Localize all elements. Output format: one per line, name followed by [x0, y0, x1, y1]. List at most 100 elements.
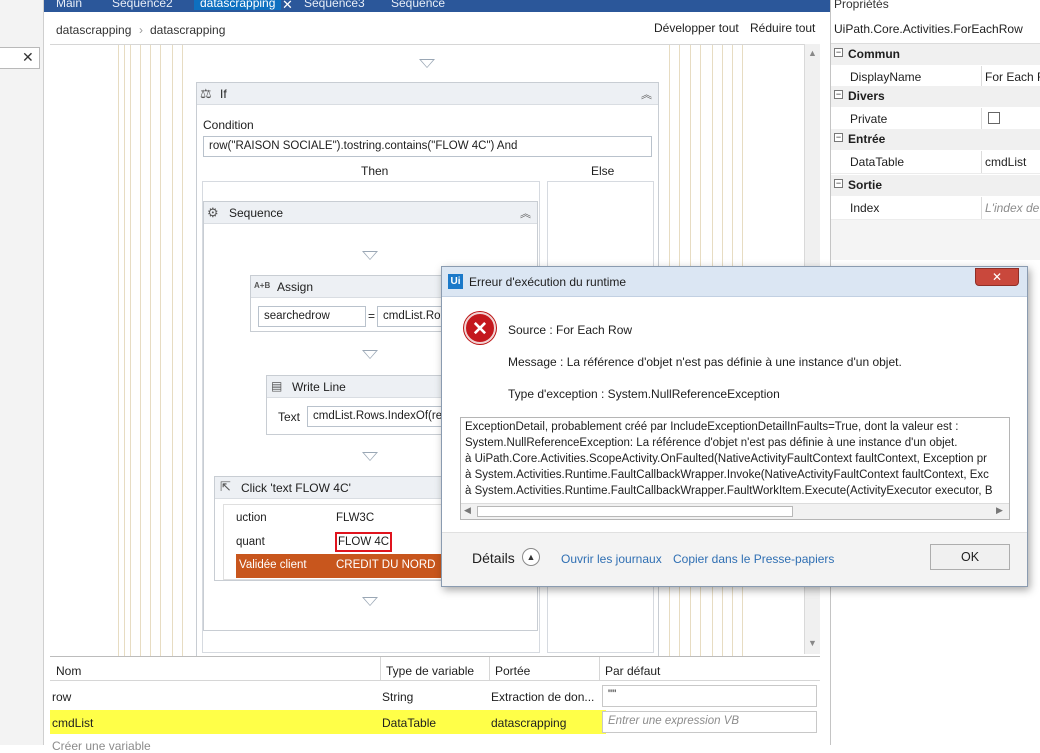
column-divider — [489, 657, 490, 681]
var-default-field[interactable]: Entrer une expression VB — [602, 711, 817, 733]
collapse-icon[interactable]: − — [834, 179, 843, 188]
open-logs-link[interactable]: Ouvrir les journaux — [561, 552, 662, 566]
condition-field[interactable]: row("RAISON SOCIALE").tostring.contains(… — [203, 136, 652, 157]
chevron-up-icon[interactable]: ▲ — [522, 548, 540, 566]
property-value[interactable]: L'index de — [981, 197, 1040, 219]
var-scope[interactable]: datascrapping — [491, 716, 566, 730]
collapse-icon[interactable]: − — [834, 90, 843, 99]
pointer-icon: ⇱ — [220, 479, 231, 494]
drop-arrow-icon — [362, 452, 378, 461]
collapse-chevron-icon[interactable]: ︽ — [520, 205, 531, 221]
error-message: Message : La référence d'objet n'est pas… — [508, 355, 902, 369]
property-name: DataTable — [850, 155, 905, 169]
assign-activity[interactable]: A+B Assign searchedrow = cmdList.Ro — [250, 275, 457, 332]
tab-sequence2[interactable]: Séquence2 — [112, 0, 173, 10]
breadcrumb-item[interactable]: datascrapping — [56, 23, 131, 37]
writeline-activity[interactable]: ▤ Write Line Text cmdList.Rows.IndexOf(r… — [266, 375, 457, 435]
screenshot-value: CREDIT DU NORD — [336, 559, 436, 571]
runtime-error-dialog: Ui Erreur d'exécution du runtime ✕ ✕ Sou… — [441, 266, 1028, 587]
detail-line: ExceptionDetail, probablement créé par I… — [465, 421, 959, 433]
property-value[interactable]: cmdList — [981, 151, 1040, 173]
assign-header: A+B Assign — [251, 276, 449, 298]
sequence-icon: ⚙ — [207, 205, 219, 220]
private-checkbox[interactable] — [988, 112, 1000, 124]
var-scope[interactable]: Extraction de don... — [491, 690, 594, 704]
property-value[interactable]: For Each Ro — [981, 66, 1040, 88]
properties-title: Propriétés — [834, 0, 889, 11]
var-name[interactable]: row — [52, 690, 71, 704]
column-divider — [380, 657, 381, 681]
create-variable[interactable]: Créer une variable — [52, 739, 151, 753]
property-row[interactable]: Private — [831, 107, 1040, 131]
variables-header: Nom Type de variable Portée Par défaut — [50, 657, 820, 681]
exception-details-box[interactable]: ExceptionDetail, probablement créé par I… — [460, 417, 1010, 520]
scope-rail — [130, 45, 131, 657]
property-row[interactable]: DataTable cmdList — [831, 150, 1040, 174]
details-toggle-label[interactable]: Détails — [472, 550, 515, 566]
dialog-titlebar: Ui Erreur d'exécution du runtime ✕ — [442, 267, 1027, 297]
properties-activity-type: UiPath.Core.Activities.ForEachRow — [831, 14, 1040, 44]
category-input[interactable]: − Entrée — [831, 129, 1040, 150]
drop-arrow-icon — [362, 350, 378, 359]
detail-line: System.NullReferenceException: La référe… — [465, 437, 958, 449]
drop-arrow-icon — [362, 251, 378, 260]
error-exception-type: Type d'exception : System.NullReferenceE… — [508, 387, 780, 401]
assign-title: Assign — [277, 280, 314, 294]
detail-line: à System.Activities.Runtime.FaultCallbac… — [465, 469, 989, 481]
left-search-field[interactable] — [0, 47, 40, 69]
ok-button[interactable]: OK — [930, 544, 1010, 570]
var-type[interactable]: DataTable — [382, 716, 436, 730]
text-label: Text — [278, 410, 301, 424]
tab-close-icon[interactable]: ✕ — [282, 0, 293, 12]
tab-datascrapping[interactable]: datascrapping — [194, 0, 282, 10]
scope-rail — [124, 45, 125, 657]
click-screenshot: uction FLW3C quant FLOW 4C Validée clien… — [223, 504, 454, 580]
scope-rail — [172, 45, 173, 657]
assign-to-field[interactable]: searchedrow — [258, 306, 366, 327]
tab-main[interactable]: Main — [56, 0, 82, 10]
assign-equals: = — [368, 309, 376, 323]
col-type[interactable]: Type de variable — [386, 664, 474, 678]
writeline-text-field[interactable]: cmdList.Rows.IndexOf(re — [307, 406, 457, 427]
collapse-chevron-icon[interactable]: ︽ — [641, 86, 652, 102]
col-scope[interactable]: Portée — [495, 664, 530, 678]
writeline-title: Write Line — [292, 380, 346, 394]
collapse-all-link[interactable]: Réduire tout — [750, 21, 815, 35]
category-output[interactable]: − Sortie — [831, 175, 1040, 196]
condition-label: Condition — [203, 118, 254, 132]
details-horizontal-scrollbar[interactable]: ◀ ▶ — [461, 503, 1009, 519]
property-row[interactable]: Index L'index de — [831, 196, 1040, 220]
scope-rail — [118, 45, 119, 657]
screenshot-label: quant — [236, 536, 265, 548]
var-name[interactable]: cmdList — [52, 716, 93, 730]
scope-rail — [160, 45, 161, 657]
if-icon: ⚖ — [200, 86, 212, 101]
close-button[interactable]: ✕ — [975, 268, 1019, 286]
if-title: If — [220, 87, 227, 101]
close-icon[interactable]: ✕ — [22, 49, 34, 66]
tab-sequence[interactable]: Séquence — [391, 0, 445, 10]
var-default-field[interactable]: "" — [602, 685, 817, 707]
breadcrumb-item[interactable]: datascrapping — [150, 23, 225, 37]
screenshot-value: FLW3C — [336, 512, 375, 524]
else-label: Else — [591, 164, 615, 178]
tab-sequence3[interactable]: Séquence3 — [304, 0, 365, 10]
property-name: Private — [850, 112, 888, 126]
col-default[interactable]: Par défaut — [605, 664, 660, 678]
collapse-icon[interactable]: − — [834, 133, 843, 142]
category-misc[interactable]: − Divers — [831, 86, 1040, 107]
document-tabs: Main Séquence2 datascrapping ✕ Séquence3… — [44, 0, 830, 12]
writeline-header: ▤ Write Line — [267, 376, 455, 398]
variables-panel: Nom Type de variable Portée Par défaut r… — [50, 656, 820, 753]
screenshot-highlight-row: Validée client CREDIT DU NORD — [236, 554, 454, 578]
collapse-icon[interactable]: − — [834, 48, 843, 57]
expand-all-link[interactable]: Développer tout — [654, 21, 739, 35]
property-value[interactable] — [981, 108, 1040, 130]
click-title: Click 'text FLOW 4C' — [241, 481, 351, 495]
copy-to-clipboard-link[interactable]: Copier dans le Presse-papiers — [673, 552, 834, 566]
var-type[interactable]: String — [382, 690, 413, 704]
scroll-thumb[interactable] — [477, 506, 793, 517]
col-name[interactable]: Nom — [56, 664, 81, 678]
click-activity[interactable]: ⇱ Click 'text FLOW 4C' uction FLW3C quan… — [214, 476, 454, 581]
category-common[interactable]: − Commun — [831, 44, 1040, 65]
